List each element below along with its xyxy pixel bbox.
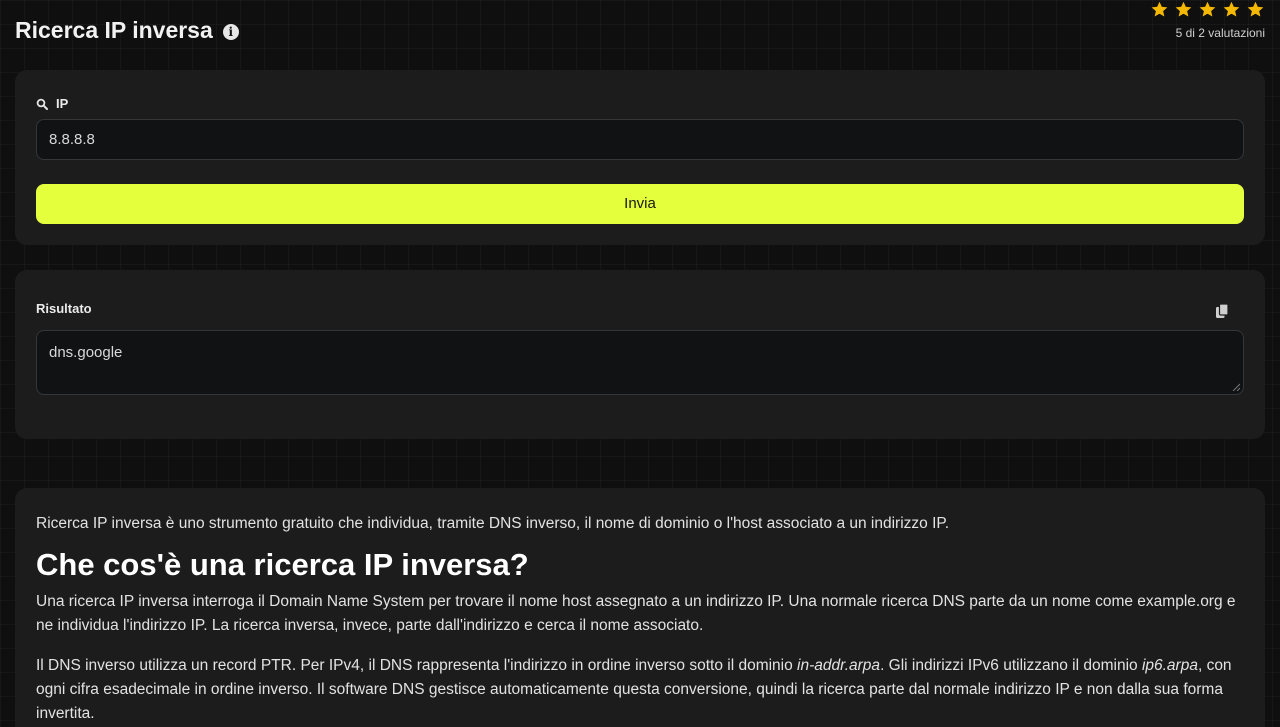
search-icon — [36, 98, 48, 110]
article-card: Ricerca IP inversa è uno strumento gratu… — [15, 488, 1265, 727]
result-value: dns.google — [49, 344, 123, 361]
star-icon[interactable] — [1198, 0, 1217, 19]
result-card: Risultato dns.google — [15, 270, 1265, 439]
p2-text-a: Il DNS inverso utilizza un record PTR. P… — [36, 657, 798, 674]
star-icon[interactable] — [1150, 0, 1169, 19]
page-title: Ricerca IP inversa — [15, 17, 213, 43]
star-rating[interactable] — [1150, 0, 1265, 19]
star-icon[interactable] — [1222, 0, 1241, 19]
rating-summary: 5 di 2 valutazioni — [1175, 26, 1265, 40]
result-output[interactable]: dns.google — [36, 330, 1244, 395]
page-header: Ricerca IP inversa i — [15, 17, 239, 44]
ip-input[interactable]: 8.8.8.8 — [36, 119, 1244, 160]
article-content: Ricerca IP inversa è uno strumento gratu… — [15, 488, 1265, 726]
article-intro: Ricerca IP inversa è uno strumento gratu… — [36, 515, 950, 532]
rating-widget: 5 di 2 valutazioni — [1150, 0, 1265, 40]
p2-domain-ipv6: ip6.arpa — [1141, 657, 1198, 674]
ip-label-text: IP — [56, 96, 69, 111]
submit-button[interactable]: Invia — [36, 184, 1244, 224]
copy-icon[interactable] — [1215, 303, 1229, 319]
info-icon[interactable]: i — [222, 23, 239, 40]
lookup-form-card: IP 8.8.8.8 Invia — [15, 70, 1265, 245]
p2-domain-ipv4: in-addr.arpa — [797, 657, 881, 674]
article-heading: Che cos'è una ricerca IP inversa? — [36, 547, 529, 582]
article-paragraph-2: Il DNS inverso utilizza un record PTR. P… — [36, 654, 1244, 726]
p2-text-b: . Gli indirizzi IPv6 utilizzano il domin… — [880, 657, 1142, 674]
article-paragraph-1: Una ricerca IP inversa interroga il Doma… — [36, 593, 1236, 634]
star-icon[interactable] — [1246, 0, 1265, 19]
resize-grip-icon[interactable] — [1232, 383, 1240, 391]
star-icon[interactable] — [1174, 0, 1193, 19]
ip-field-label: IP — [36, 96, 68, 111]
result-label: Risultato — [36, 301, 92, 316]
